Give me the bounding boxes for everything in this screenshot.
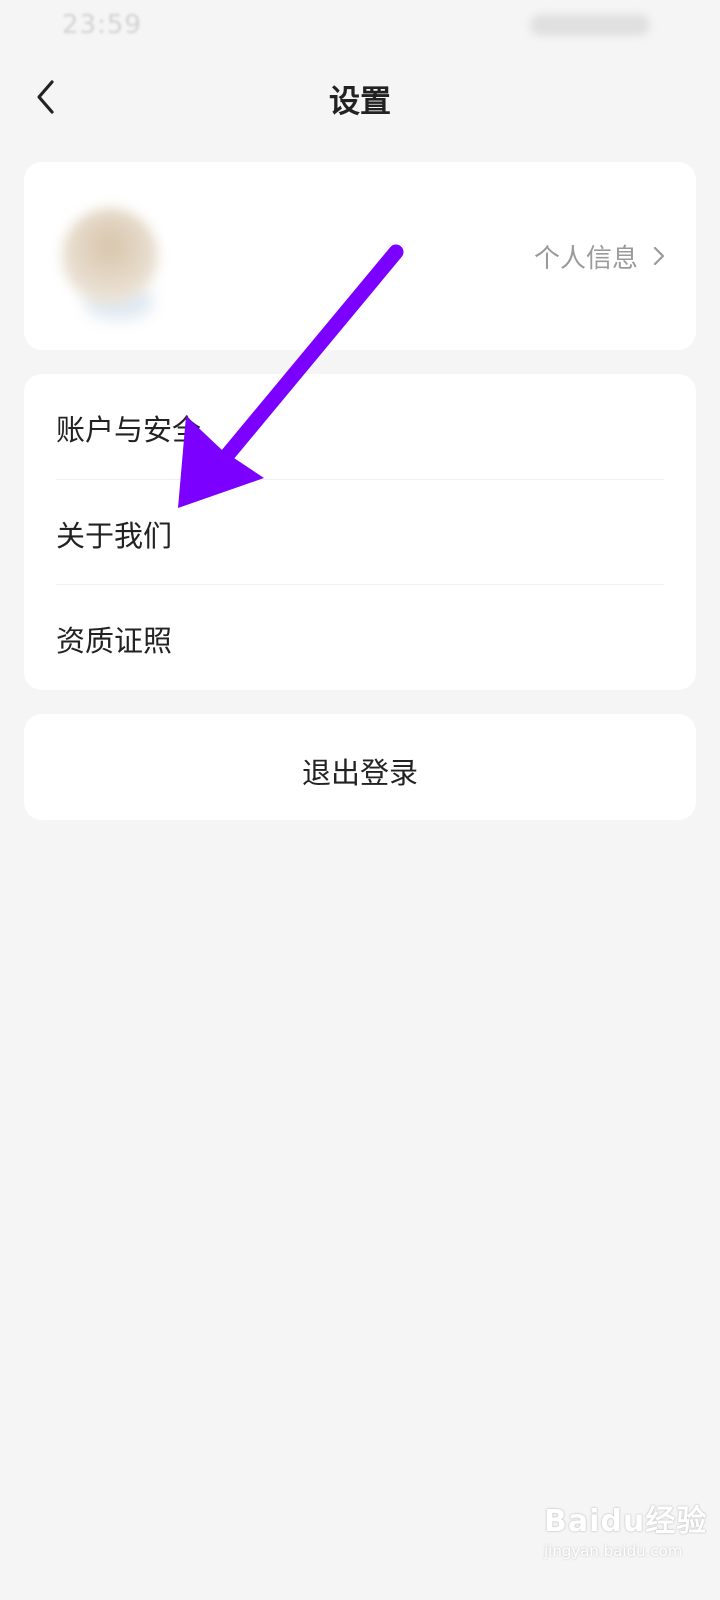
menu-item-qualifications[interactable]: 资质证照 — [24, 585, 696, 690]
status-time: 23:59 — [62, 10, 142, 40]
settings-menu-card: 账户与安全 关于我们 资质证照 — [24, 374, 696, 690]
personal-info-link[interactable]: 个人信息 — [534, 234, 666, 278]
profile-card[interactable]: 个人信息 — [24, 162, 696, 350]
personal-info-label: 个人信息 — [533, 243, 638, 274]
menu-item-account-security[interactable]: 账户与安全 — [24, 374, 696, 479]
logout-label: 退出登录 — [301, 756, 418, 790]
page-title: 设置 — [329, 84, 391, 120]
menu-item-label: 关于我们 — [56, 519, 173, 553]
avatar — [62, 208, 158, 304]
status-icons — [530, 14, 650, 36]
watermark-text: Baidu经验 — [544, 1504, 708, 1539]
logout-button[interactable]: 退出登录 — [24, 714, 696, 820]
chevron-right-icon — [653, 246, 665, 266]
watermark-url: jingyan.baidu.com — [544, 1542, 683, 1560]
menu-item-label: 账户与安全 — [56, 413, 202, 447]
status-bar: 23:59 — [0, 0, 720, 50]
menu-item-about-us[interactable]: 关于我们 — [24, 480, 696, 585]
menu-item-label: 资质证照 — [56, 624, 173, 658]
nav-bar: 设置 — [0, 56, 720, 140]
watermark-logo: Baidu经验 jingyan.baidu.com — [540, 1490, 710, 1580]
